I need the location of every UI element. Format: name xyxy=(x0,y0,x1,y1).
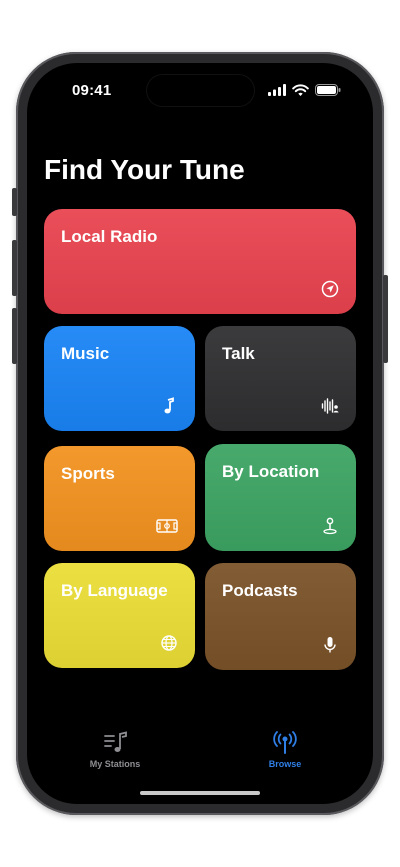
volume-up-button xyxy=(12,240,17,296)
page-title: Find Your Tune xyxy=(44,154,245,185)
tile-by-location[interactable]: By Location xyxy=(205,444,356,551)
waveform-icon xyxy=(321,398,339,414)
music-list-icon xyxy=(104,731,127,752)
home-indicator xyxy=(140,791,260,795)
sports-field-icon xyxy=(156,519,178,533)
battery-icon xyxy=(315,84,341,96)
tab-label: Browse xyxy=(268,759,302,769)
status-time: 09:41 xyxy=(72,82,112,99)
tile-label: Sports xyxy=(61,464,115,483)
map-pin-icon xyxy=(323,517,337,535)
location-arrow-icon xyxy=(321,280,339,298)
tile-label: By Language xyxy=(61,581,168,600)
tile-label: By Location xyxy=(222,462,320,481)
globe-icon xyxy=(161,635,177,651)
tile-label: Local Radio xyxy=(61,227,158,246)
tab-bar: My Stations Browse xyxy=(27,731,373,791)
tile-local-radio[interactable]: Local Radio xyxy=(44,209,356,314)
tile-by-language[interactable]: By Language xyxy=(44,563,195,668)
dynamic-island xyxy=(147,75,254,106)
tile-podcasts[interactable]: Podcasts xyxy=(205,563,356,670)
tile-label: Talk xyxy=(222,344,255,363)
tile-label: Podcasts xyxy=(222,581,298,600)
tile-sports[interactable]: Sports xyxy=(44,446,195,551)
action-button xyxy=(12,188,17,216)
wifi-icon xyxy=(292,84,309,96)
tile-talk[interactable]: Talk xyxy=(205,326,356,431)
microphone-icon xyxy=(324,637,336,653)
power-button xyxy=(383,275,388,363)
screen: 09:41 Find Your Tune Local Radio Music T… xyxy=(27,63,373,804)
tab-browse[interactable]: Browse xyxy=(235,731,335,769)
cellular-signal-icon xyxy=(268,84,286,96)
music-note-icon xyxy=(164,397,174,414)
volume-down-button xyxy=(12,308,17,364)
tile-label: Music xyxy=(61,344,110,363)
tile-music[interactable]: Music xyxy=(44,326,195,431)
tab-my-stations[interactable]: My Stations xyxy=(65,731,165,769)
broadcast-icon xyxy=(273,731,297,754)
tab-label: My Stations xyxy=(89,759,141,769)
status-icons xyxy=(268,83,341,97)
